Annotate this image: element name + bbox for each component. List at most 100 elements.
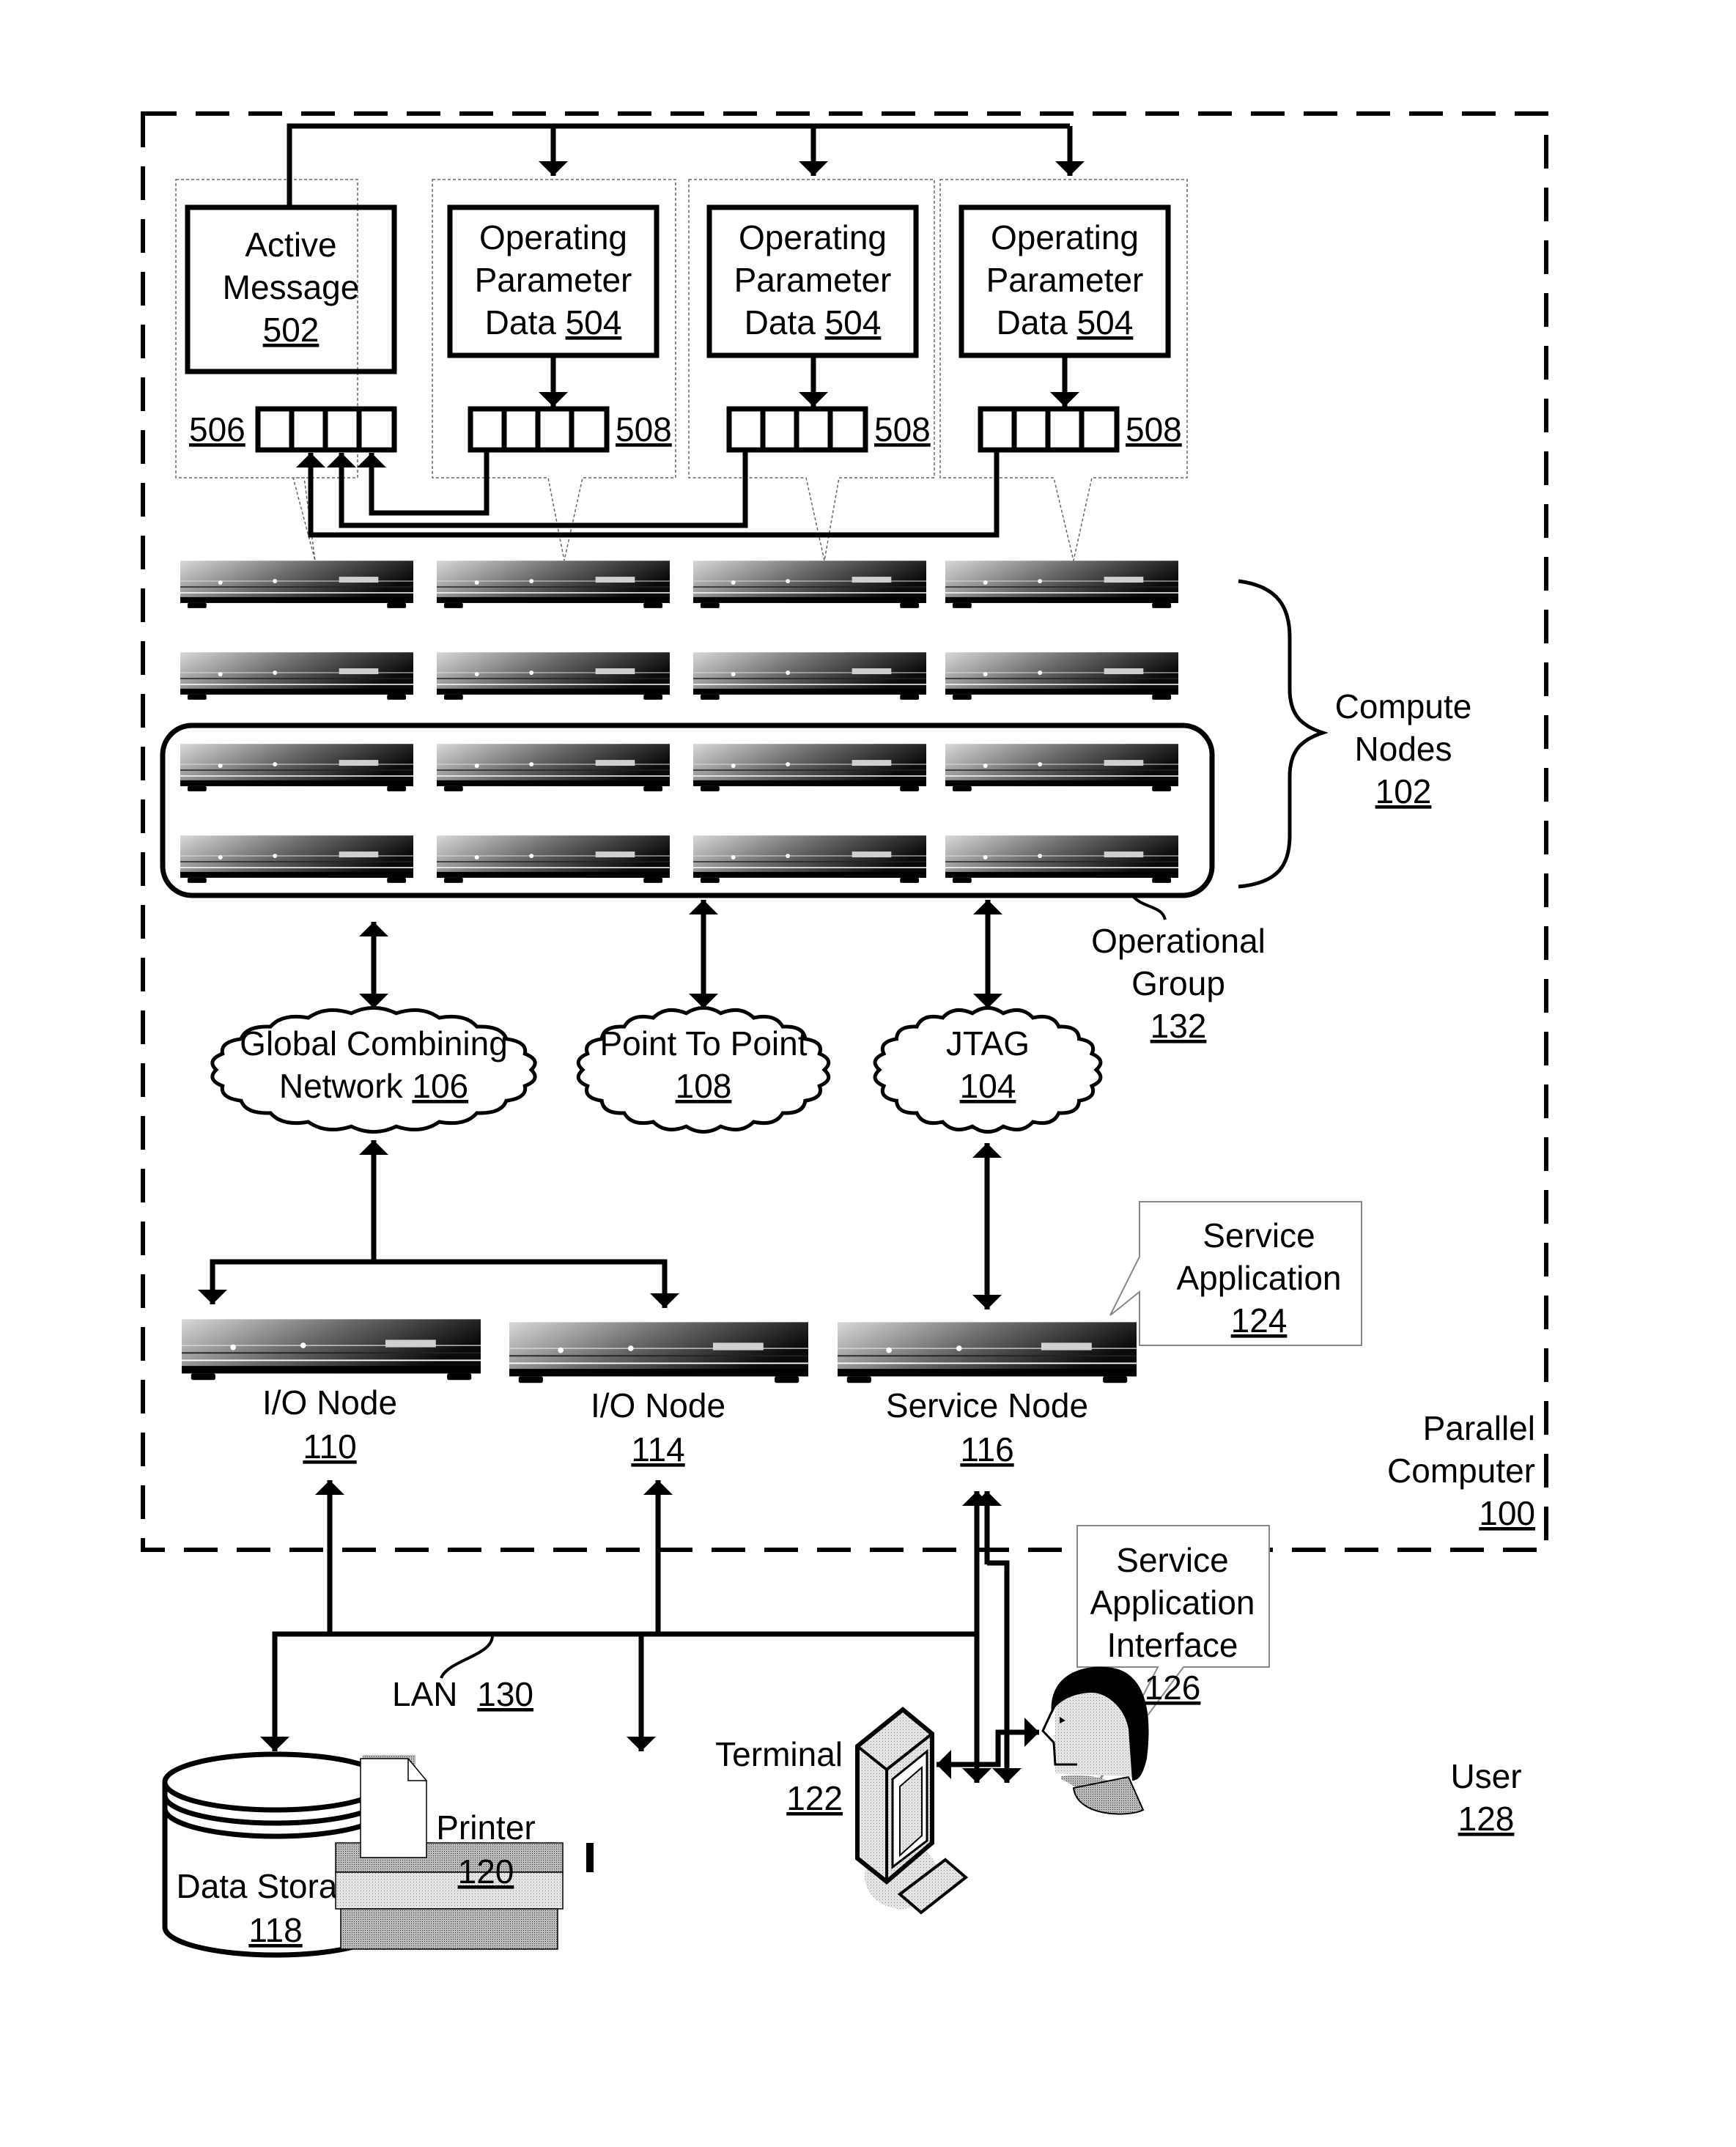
gcn-line2: Network 106 xyxy=(279,1067,468,1105)
operational-group-line1: Operational xyxy=(1091,922,1266,960)
printer-label: Printer xyxy=(436,1808,535,1847)
opd1-ref: 504 xyxy=(566,303,622,341)
sai-line1: Service xyxy=(1116,1541,1228,1579)
compute-nodes-line2: Nodes xyxy=(1355,730,1452,768)
terminal-icon xyxy=(855,1707,969,1915)
sai-ref: 126 xyxy=(1145,1669,1201,1707)
lan-label: LAN 130 xyxy=(392,1675,533,1713)
buffer-508-1: 508 xyxy=(468,406,672,453)
opd1-line3: Data 504 xyxy=(485,303,622,341)
compute-node xyxy=(945,835,1178,884)
active-message-line2: Message xyxy=(223,268,360,306)
operating-parameter-data-2: Operating Parameter Data 504 xyxy=(706,204,919,358)
parallel-computer-line1: Parallel xyxy=(1423,1409,1535,1447)
opd3-line3: Data 504 xyxy=(997,303,1134,341)
service-application-124: Service Application 124 xyxy=(1109,1201,1362,1346)
gcn-line1: Global Combining xyxy=(240,1024,508,1063)
service-node-ref: 116 xyxy=(960,1430,1013,1468)
data-storage-ref: 118 xyxy=(248,1911,302,1949)
buffer-508-2-ref: 508 xyxy=(874,410,931,448)
broadcast-connector xyxy=(287,123,1085,205)
compute-nodes-grid xyxy=(180,561,1178,884)
parallel-computer-ref: 100 xyxy=(1479,1494,1535,1532)
compute-node xyxy=(437,652,670,701)
io-node-114-label: I/O Node xyxy=(591,1386,725,1424)
compute-nodes-label: Compute Nodes 102 xyxy=(1335,687,1472,810)
printer-ref: 120 xyxy=(458,1852,514,1891)
operating-parameter-data-3: Operating Parameter Data 504 xyxy=(959,204,1171,358)
user-icon xyxy=(1041,1666,1149,1815)
io-node-110-ref: 110 xyxy=(303,1427,356,1466)
service-node-label: Service Node xyxy=(886,1386,1088,1424)
compute-node xyxy=(945,652,1178,701)
compute-node xyxy=(180,652,413,701)
compute-node xyxy=(945,744,1178,792)
io-node-110-label: I/O Node xyxy=(262,1383,397,1422)
compute-node xyxy=(437,561,670,609)
jtag-network-104: JTAG 104 xyxy=(873,1005,1103,1134)
opd2-line2: Parameter xyxy=(734,261,892,299)
lan-name: LAN xyxy=(392,1675,457,1713)
operational-group-leader xyxy=(1131,894,1167,920)
sai-line2: Application xyxy=(1090,1584,1255,1622)
opd2-ref: 504 xyxy=(825,303,882,341)
opd3-line1: Operating xyxy=(991,218,1139,256)
terminal-label: Terminal xyxy=(715,1735,843,1773)
buffer-506-ref: 506 xyxy=(189,410,245,448)
compute-node xyxy=(180,744,413,792)
opd1-line2: Parameter xyxy=(475,261,632,299)
operational-group-label: Operational Group 132 xyxy=(1091,922,1266,1045)
buffer-506: 506 xyxy=(189,406,397,453)
parallel-computer-label: Parallel Computer 100 xyxy=(1387,1409,1535,1532)
ptp-ref: 108 xyxy=(676,1067,732,1105)
opd3-line2: Parameter xyxy=(986,261,1144,299)
operating-parameter-data-1: Operating Parameter Data 504 xyxy=(447,204,660,358)
parallel-computer-line2: Computer xyxy=(1387,1452,1535,1490)
parallel-computer-diagram: Active Message 502 Operating Parameter D… xyxy=(141,111,1548,1958)
active-message-line1: Active xyxy=(245,226,336,264)
gcn-ref: 106 xyxy=(412,1067,468,1105)
active-message-502: Active Message 502 xyxy=(185,204,397,374)
compute-node xyxy=(693,561,926,609)
jtag-ref: 104 xyxy=(960,1067,1016,1105)
compute-node xyxy=(693,744,926,792)
compute-node xyxy=(180,835,413,884)
global-combining-network-106: Global Combining Network 106 xyxy=(210,1005,537,1134)
terminal-user-arrow xyxy=(937,1718,1039,1779)
compute-node xyxy=(693,652,926,701)
io-node-114-ref: 114 xyxy=(631,1430,684,1468)
buffer-return-connectors xyxy=(296,450,1000,538)
opd2-prefix: Data xyxy=(745,303,816,341)
user-ref: 128 xyxy=(1458,1800,1515,1838)
operational-group-ref: 132 xyxy=(1150,1007,1207,1045)
service-application-line1: Service xyxy=(1203,1216,1315,1254)
jtag-line1: JTAG xyxy=(946,1024,1030,1063)
compute-node xyxy=(693,835,926,884)
opd1-prefix: Data xyxy=(485,303,557,341)
buffer-508-3-ref: 508 xyxy=(1126,410,1182,448)
lan-leader xyxy=(440,1635,494,1679)
buffer-508-1-ref: 508 xyxy=(616,410,672,448)
terminal-ref: 122 xyxy=(786,1779,843,1817)
lan-ref: 130 xyxy=(477,1675,533,1713)
io-node-110 xyxy=(182,1319,481,1381)
gcn-to-io-connectors xyxy=(198,1140,679,1308)
active-message-ref: 502 xyxy=(263,311,320,349)
opd2-line1: Operating xyxy=(739,218,887,256)
service-application-ref: 124 xyxy=(1231,1301,1288,1339)
gcn-prefix: Network xyxy=(279,1067,404,1105)
compute-node xyxy=(437,744,670,792)
compute-nodes-line1: Compute xyxy=(1335,687,1472,725)
io-node-114 xyxy=(509,1322,808,1384)
ptp-line1: Point To Point xyxy=(599,1024,807,1063)
compute-node xyxy=(437,835,670,884)
operational-group-line2: Group xyxy=(1131,964,1225,1002)
opd1-line1: Operating xyxy=(479,218,627,256)
buffer-508-2: 508 xyxy=(726,406,931,453)
network-clouds: Global Combining Network 106 Point To Po… xyxy=(210,1005,1103,1134)
opd3-ref: 504 xyxy=(1077,303,1134,341)
opd3-prefix: Data xyxy=(997,303,1068,341)
point-to-point-network-108: Point To Point 108 xyxy=(576,1005,831,1134)
compute-nodes-brace xyxy=(1238,579,1329,889)
compute-nodes-ref: 102 xyxy=(1375,772,1432,810)
